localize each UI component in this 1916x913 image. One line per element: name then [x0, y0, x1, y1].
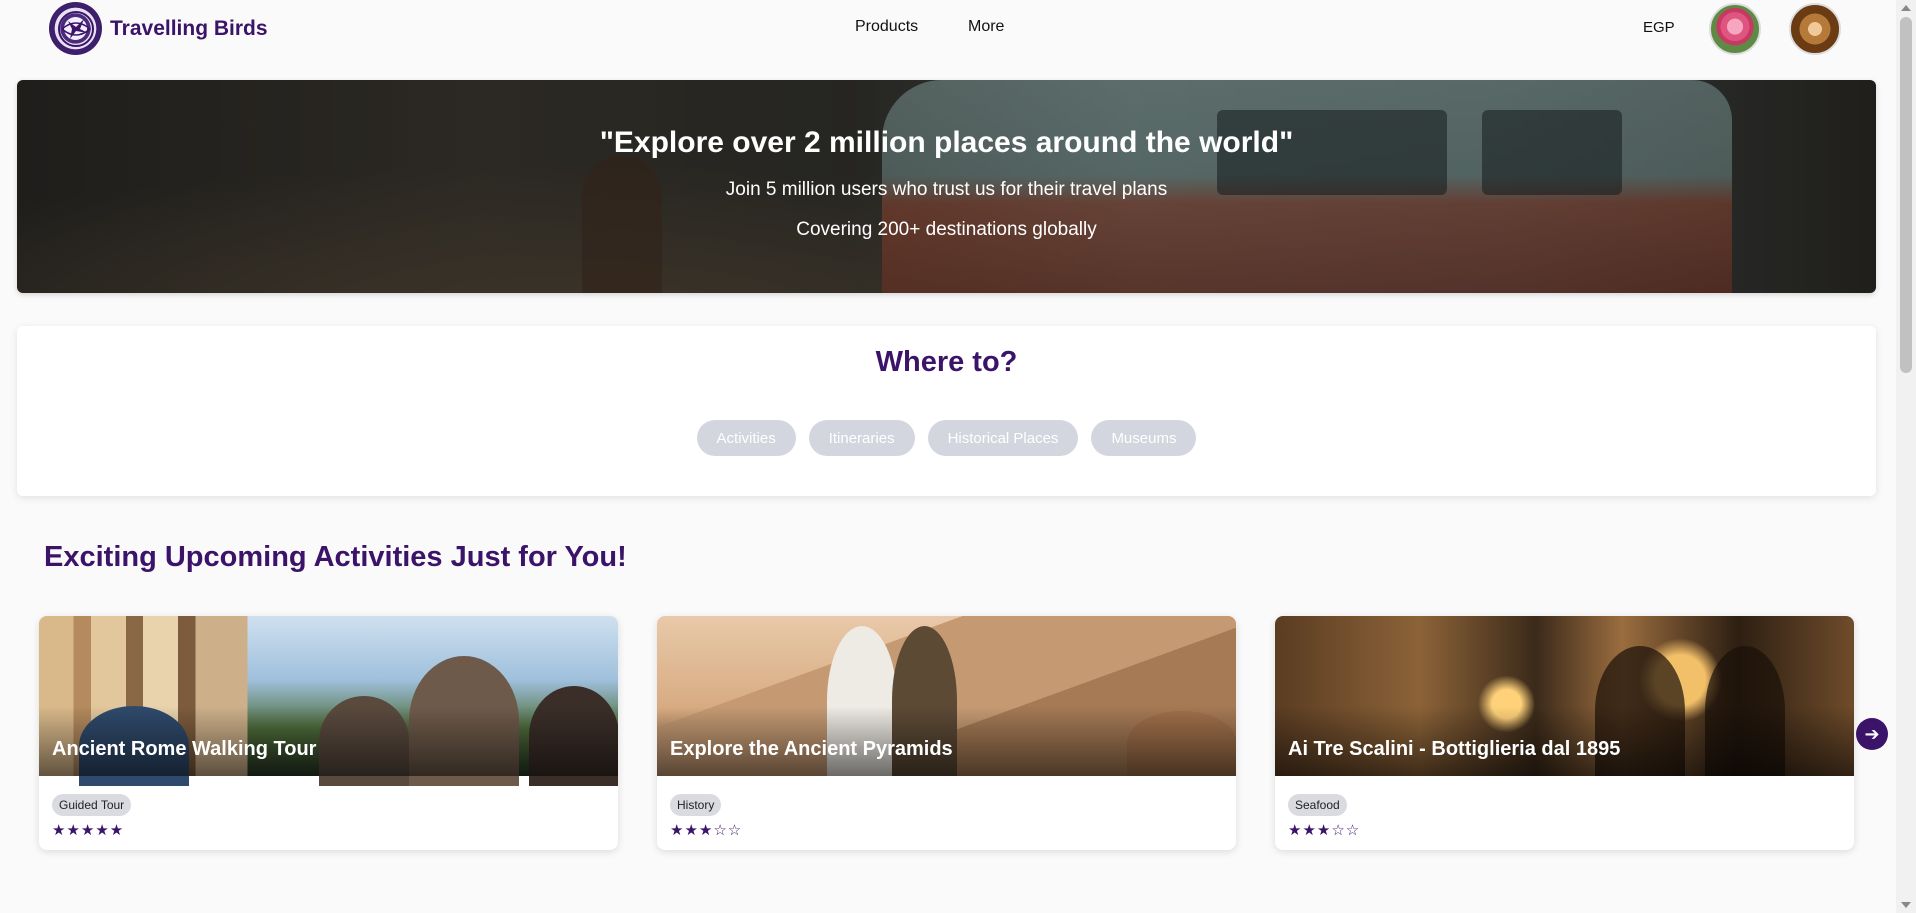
arrow-right-icon: ➔ — [1864, 723, 1880, 744]
star-rating: ★★★☆☆ — [670, 822, 743, 839]
activity-card-title: Explore the Ancient Pyramids — [670, 738, 953, 760]
nav-products[interactable]: Products — [855, 18, 918, 36]
activity-card-title: Ancient Rome Walking Tour — [52, 738, 317, 760]
activity-card-tag: History — [670, 794, 722, 816]
page-scrollbar[interactable] — [1896, 0, 1916, 913]
chip-itineraries[interactable]: Itineraries — [808, 420, 915, 456]
logo-graphic — [57, 10, 94, 47]
rose-avatar[interactable] — [1709, 3, 1761, 55]
navbar: Travelling Birds Products More EGP — [0, 0, 1896, 57]
nav-more[interactable]: More — [968, 18, 1004, 36]
profile-avatar[interactable] — [1789, 3, 1841, 55]
category-chips: Activities Itineraries Historical Places… — [17, 420, 1876, 456]
chip-historical-places[interactable]: Historical Places — [927, 420, 1079, 456]
star-rating: ★★★☆☆ — [1288, 822, 1361, 839]
activities-section-title: Exciting Upcoming Activities Just for Yo… — [44, 541, 627, 573]
where-to-title: Where to? — [875, 346, 1018, 378]
chip-activities[interactable]: Activities — [696, 420, 796, 456]
hero-subtitle-destinations: Covering 200+ destinations globally — [796, 219, 1097, 240]
hero-subtitle-users: Join 5 million users who trust us for th… — [725, 179, 1168, 200]
activity-card[interactable]: Ancient Rome Walking Tour Guided Tour ★★… — [39, 616, 618, 850]
currency-selector[interactable]: EGP — [1643, 19, 1675, 36]
hero-banner: "Explore over 2 million places around th… — [17, 80, 1876, 293]
activity-card-title: Ai Tre Scalini - Bottiglieria dal 1895 — [1288, 738, 1621, 760]
bird-globe-logo-icon — [49, 2, 102, 55]
activity-card[interactable]: Ai Tre Scalini - Bottiglieria dal 1895 S… — [1275, 616, 1854, 850]
activity-card[interactable]: Explore the Ancient Pyramids History ★★★… — [657, 616, 1236, 850]
hero-title: "Explore over 2 million places around th… — [599, 126, 1294, 159]
carousel-next-button[interactable]: ➔ — [1856, 718, 1888, 750]
activity-card-tag: Seafood — [1288, 794, 1347, 816]
where-to-card: Where to? Activities Itineraries Histori… — [17, 326, 1876, 496]
scroll-up-arrow-icon[interactable] — [1901, 5, 1911, 11]
activity-card-tag: Guided Tour — [52, 794, 132, 816]
scroll-down-arrow-icon[interactable] — [1901, 902, 1911, 908]
scrollbar-thumb[interactable] — [1900, 17, 1912, 373]
star-rating: ★★★★★ — [52, 822, 125, 839]
logo-link[interactable]: Travelling Birds — [49, 2, 268, 55]
brand-name: Travelling Birds — [110, 16, 268, 40]
chip-museums[interactable]: Museums — [1091, 420, 1197, 456]
